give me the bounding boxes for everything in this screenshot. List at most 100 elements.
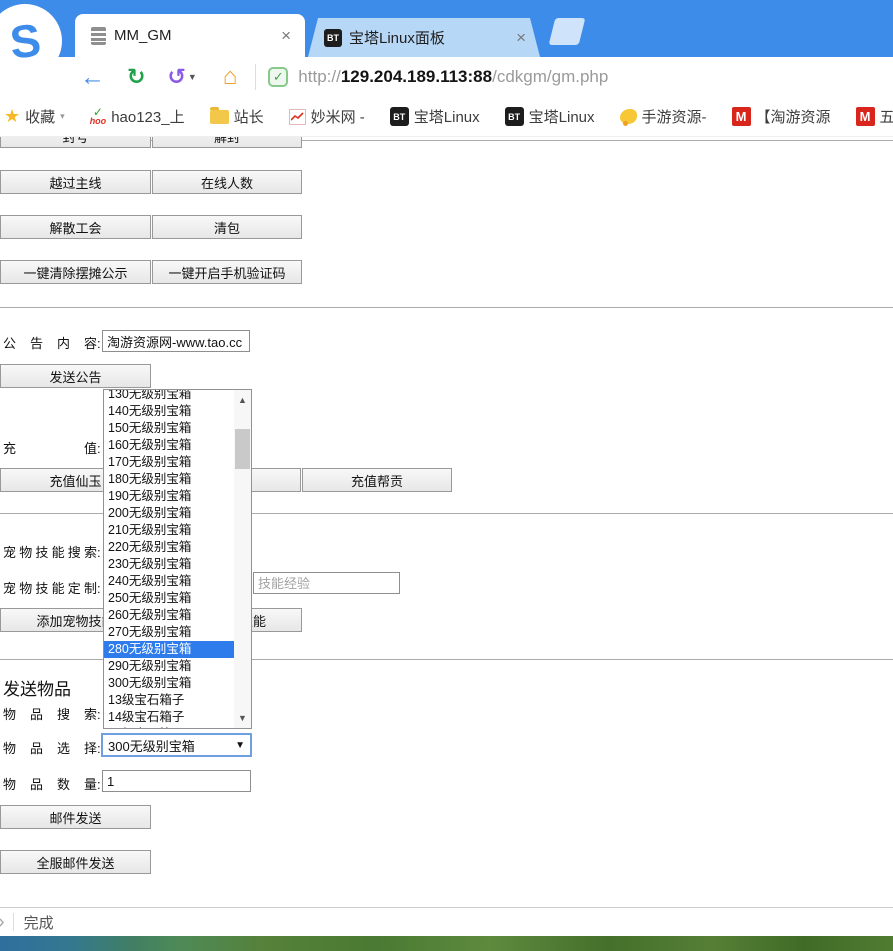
tab-title: MM_GM	[114, 27, 275, 44]
trophy-icon	[620, 109, 637, 124]
tab-title: 宝塔Linux面板	[349, 27, 510, 48]
bookmarks-bar: ★ 收藏 ▾ ✓ hoo hao123_上 站长 妙米网 - BT 宝塔Linu…	[0, 97, 893, 137]
dropdown-option[interactable]: 250无级别宝箱	[104, 590, 234, 607]
back-icon[interactable]: ←	[80, 65, 105, 90]
online-count-button[interactable]: 在线人数	[152, 170, 302, 194]
undo-dropdown-icon[interactable]: ▼	[188, 72, 197, 82]
new-tab-button[interactable]	[549, 18, 586, 45]
send-announce-button[interactable]: 发送公告	[0, 364, 151, 388]
bt-icon: BT	[390, 107, 409, 126]
pet-skill-custom-label: 宠物技能定制:	[3, 578, 101, 597]
bt-icon: BT	[505, 107, 524, 126]
bookmark-miaomi[interactable]: 妙米网 -	[289, 106, 365, 127]
bookmark-zhanzhang[interactable]: 站长	[210, 106, 264, 127]
mail-send-button[interactable]: 邮件发送	[0, 805, 151, 829]
recharge-banggong-button[interactable]: 充值帮贡	[302, 468, 452, 492]
bookmark-shouyou[interactable]: 手游资源-	[620, 106, 707, 127]
dropdown-option[interactable]: 130无级别宝箱	[104, 389, 234, 403]
chevron-down-icon: ▼	[235, 740, 245, 751]
ban-button[interactable]: 封号	[0, 137, 151, 148]
star-icon: ★	[4, 106, 20, 127]
dropdown-option[interactable]: 150无级别宝箱	[104, 420, 234, 437]
status-bar: › 完成	[0, 907, 893, 936]
clear-bag-button[interactable]: 清包	[152, 215, 302, 239]
enable-phone-code-button[interactable]: 一键开启手机验证码	[152, 260, 302, 284]
refresh-icon[interactable]: ↻	[127, 66, 145, 88]
bookmark-hao123[interactable]: ✓ hoo hao123_上	[90, 106, 185, 127]
status-chevron-icon[interactable]: ›	[0, 911, 5, 934]
announce-input[interactable]	[102, 330, 250, 352]
m-icon: M	[856, 107, 875, 126]
bookmark-taoyou[interactable]: M 【淘游资源	[732, 106, 831, 127]
dropdown-option[interactable]: 13级宝石箱子	[104, 692, 234, 709]
pet-skill-search-label: 宠物技能搜索:	[3, 542, 101, 561]
url-scheme: http://	[298, 67, 341, 86]
home-icon[interactable]: ⌂	[223, 65, 238, 89]
browser-toolbar: ← ↻ ↺ ▼ ⌂ ✓ http://129.204.189.113:88/cd…	[0, 57, 893, 97]
dropdown-option[interactable]: 280无级别宝箱	[104, 641, 234, 658]
clear-stall-button[interactable]: 一键清除摆摊公示	[0, 260, 151, 284]
undo-icon[interactable]: ↺	[167, 66, 185, 88]
bookmark-favorites[interactable]: ★ 收藏 ▾	[4, 106, 65, 127]
item-qty-input[interactable]	[102, 770, 251, 792]
skill-exp-input[interactable]	[253, 572, 400, 594]
announce-label: 公告内容:	[3, 333, 101, 352]
chevron-down-icon: ▾	[60, 111, 65, 122]
dropdown-option[interactable]: 200无级别宝箱	[104, 505, 234, 522]
dropdown-option[interactable]: 15级宝石箱子	[104, 726, 234, 729]
m-icon: M	[732, 107, 751, 126]
item-select-value: 300无级别宝箱	[108, 736, 195, 755]
bookmark-baota-2[interactable]: BT 宝塔Linux	[505, 106, 595, 127]
scroll-down-icon[interactable]: ▼	[234, 713, 251, 723]
status-text: 完成	[24, 912, 54, 933]
skip-mainline-button[interactable]: 越过主线	[0, 170, 151, 194]
bookmark-baota-1[interactable]: BT 宝塔Linux	[390, 106, 480, 127]
close-icon[interactable]: ×	[275, 26, 305, 46]
desktop-wallpaper-strip	[0, 936, 893, 951]
security-shield-icon[interactable]: ✓	[268, 67, 288, 87]
dropdown-option[interactable]: 300无级别宝箱	[104, 675, 234, 692]
item-dropdown-list: 130无级别宝箱140无级别宝箱150无级别宝箱160无级别宝箱170无级别宝箱…	[103, 389, 252, 729]
hao123-icon: ✓ hoo	[90, 108, 107, 125]
dropdown-option[interactable]: 14级宝石箱子	[104, 709, 234, 726]
folder-icon	[210, 110, 229, 124]
dropdown-option[interactable]: 270无级别宝箱	[104, 624, 234, 641]
bt-favicon: BT	[324, 29, 342, 47]
all-server-mail-button[interactable]: 全服邮件发送	[0, 850, 151, 874]
dropdown-option[interactable]: 260无级别宝箱	[104, 607, 234, 624]
tab-mm-gm[interactable]: MM_GM ×	[75, 14, 305, 57]
scroll-up-icon[interactable]: ▲	[234, 395, 251, 405]
item-select[interactable]: 300无级别宝箱 ▼	[101, 733, 252, 757]
dropdown-option[interactable]: 140无级别宝箱	[104, 403, 234, 420]
gm-panel-page: 封号 解封 越过主线 在线人数 解散工会 清包 一键清除摆摊公示 一键开启手机验…	[0, 137, 893, 907]
tab-bt-panel[interactable]: BT 宝塔Linux面板 ×	[308, 18, 540, 57]
scrollbar-thumb[interactable]	[235, 429, 250, 469]
dropdown-scrollbar[interactable]: ▲ ▼	[234, 390, 251, 728]
recharge-label: 充值:	[3, 438, 101, 457]
dropdown-option[interactable]: 180无级别宝箱	[104, 471, 234, 488]
chart-icon	[289, 109, 306, 125]
disband-guild-button[interactable]: 解散工会	[0, 215, 151, 239]
separator	[0, 307, 893, 309]
dropdown-option[interactable]: 170无级别宝箱	[104, 454, 234, 471]
toolbar-divider	[255, 64, 256, 90]
url-host: 129.204.189.113:88	[341, 67, 492, 86]
dropdown-option[interactable]: 240无级别宝箱	[104, 573, 234, 590]
bookmark-wuhao[interactable]: M 五号社	[856, 106, 893, 127]
dropdown-options: 130无级别宝箱140无级别宝箱150无级别宝箱160无级别宝箱170无级别宝箱…	[104, 389, 251, 729]
dropdown-option[interactable]: 290无级别宝箱	[104, 658, 234, 675]
item-search-label: 物品搜索:	[3, 704, 101, 723]
address-bar[interactable]: http://129.204.189.113:88/cdkgm/gm.php	[298, 67, 608, 87]
dropdown-option[interactable]: 230无级别宝箱	[104, 556, 234, 573]
dropdown-option[interactable]: 220无级别宝箱	[104, 539, 234, 556]
page-favicon	[91, 27, 106, 45]
status-divider	[13, 913, 14, 931]
item-select-label: 物品选择:	[3, 738, 101, 757]
dropdown-option[interactable]: 190无级别宝箱	[104, 488, 234, 505]
dropdown-option[interactable]: 160无级别宝箱	[104, 437, 234, 454]
dropdown-option[interactable]: 210无级别宝箱	[104, 522, 234, 539]
send-item-heading: 发送物品	[3, 675, 71, 700]
url-path: /cdkgm/gm.php	[492, 67, 608, 86]
unban-button[interactable]: 解封	[152, 137, 302, 148]
item-qty-label: 物品数量:	[3, 774, 101, 793]
